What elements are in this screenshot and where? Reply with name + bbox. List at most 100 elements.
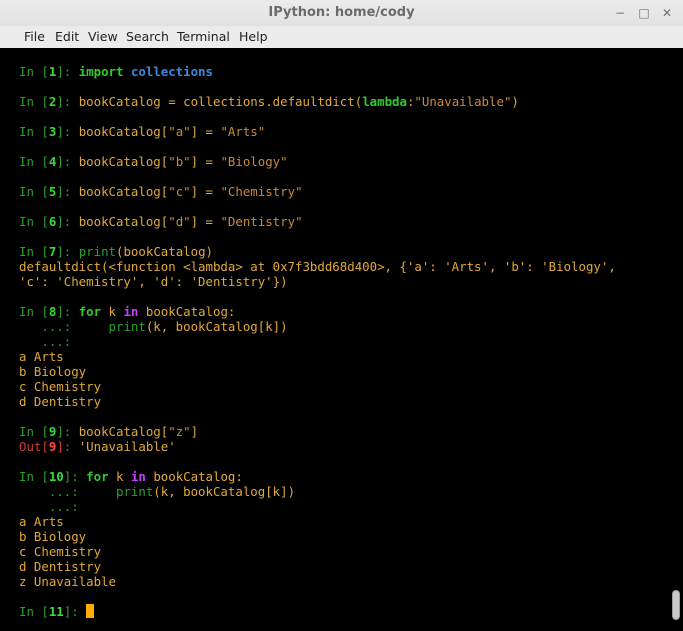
- line-text: "b": [168, 154, 191, 169]
- line-text: defaultdict(<function <lambda> at 0x7f3b…: [19, 259, 616, 274]
- line-text: bookCatalog[: [78, 214, 169, 229]
- output-line: z Unavailable: [19, 574, 663, 589]
- line-text: ]:: [56, 124, 79, 139]
- line-text: ]:: [56, 154, 79, 169]
- line-text: "z": [168, 424, 191, 439]
- menu-bar: File Edit View Search Terminal Help: [0, 26, 683, 48]
- line-text: c Chemistry: [19, 544, 102, 559]
- output-line: d Dentistry: [19, 394, 663, 409]
- continuation-line: ...:: [19, 334, 663, 349]
- continuation-line: ...: print(k, bookCatalog[k]): [19, 484, 663, 499]
- input-line: In [1]: import collections: [19, 64, 663, 79]
- line-text: ]:: [56, 184, 79, 199]
- line-text: ]:: [63, 469, 87, 484]
- scrollbar-thumb[interactable]: [672, 590, 680, 620]
- input-line: In [6]: bookCatalog["d"] = "Dentistry": [19, 214, 663, 229]
- input-line: In [2]: bookCatalog = collections.defaul…: [19, 94, 663, 109]
- input-line: In [3]: bookCatalog["a"] = "Arts": [19, 124, 663, 139]
- line-text: for: [86, 469, 116, 484]
- scrollbar[interactable]: [672, 50, 680, 629]
- line-text: 11: [48, 604, 64, 619]
- line-text: ]:: [56, 439, 79, 454]
- input-line: In [4]: bookCatalog["b"] = "Biology": [19, 154, 663, 169]
- line-text: print: [78, 244, 117, 259]
- line-text: In [: [19, 304, 49, 319]
- line-text: "Biology": [220, 154, 288, 169]
- line-text: (k, bookCatalog[k]): [145, 319, 288, 334]
- line-text: d Dentistry: [19, 394, 102, 409]
- line-text: ] =: [190, 124, 221, 139]
- menu-help[interactable]: Help: [239, 29, 268, 44]
- line-text: In [: [19, 469, 49, 484]
- title-bar[interactable]: IPython: home/cody − □ ✕: [0, 0, 683, 26]
- line-text: b Biology: [19, 364, 87, 379]
- window-title: IPython: home/cody: [268, 5, 415, 20]
- line-text: "c": [168, 184, 191, 199]
- maximize-icon[interactable]: □: [635, 4, 653, 22]
- terminal-content: In [1]: import collections In [2]: bookCa…: [19, 64, 663, 619]
- line-text: ]:: [56, 94, 79, 109]
- line-text: collections: [130, 64, 213, 79]
- line-text: ...:: [19, 484, 87, 499]
- line-text: for: [78, 304, 109, 319]
- continuation-line: ...:: [19, 499, 663, 514]
- line-text: c Chemistry: [19, 379, 102, 394]
- line-text: z Unavailable: [19, 574, 116, 589]
- line-text: "Unavailable": [414, 94, 512, 109]
- minimize-icon[interactable]: −: [611, 4, 629, 22]
- menu-terminal[interactable]: Terminal: [177, 29, 230, 44]
- line-text: bookCatalog[: [78, 124, 169, 139]
- line-text: k: [116, 469, 131, 484]
- line-text: "d": [168, 214, 191, 229]
- continuation-line: ...: print(k, bookCatalog[k]): [19, 319, 663, 334]
- terminal-window: IPython: home/cody − □ ✕ File Edit View …: [0, 0, 683, 631]
- line-text: In [: [19, 124, 49, 139]
- menu-search[interactable]: Search: [126, 29, 169, 44]
- line-text: ] =: [190, 154, 221, 169]
- cursor: [86, 604, 95, 618]
- line-text: "Arts": [220, 124, 266, 139]
- line-text: print: [108, 319, 146, 334]
- output-line: 'c': 'Chemistry', 'd': 'Dentistry'}): [19, 274, 663, 289]
- input-line: In [9]: bookCatalog["z"]: [19, 424, 663, 439]
- terminal-area[interactable]: In [1]: import collections In [2]: bookCa…: [0, 48, 683, 631]
- line-text: ] =: [190, 184, 221, 199]
- menu-edit[interactable]: Edit: [55, 29, 79, 44]
- close-icon[interactable]: ✕: [658, 4, 676, 22]
- output-line: c Chemistry: [19, 544, 663, 559]
- line-text: ]:: [56, 304, 79, 319]
- line-text: [79, 319, 109, 334]
- line-text: In [: [19, 154, 49, 169]
- output-line: a Arts: [19, 349, 663, 364]
- line-text: ...:: [19, 334, 79, 349]
- output-line: defaultdict(<function <lambda> at 0x7f3b…: [19, 259, 663, 274]
- line-text: "Chemistry": [220, 184, 303, 199]
- menu-view[interactable]: View: [88, 29, 118, 44]
- line-text: import: [78, 64, 131, 79]
- menu-file[interactable]: File: [24, 29, 45, 44]
- line-text: In [: [19, 94, 49, 109]
- line-text: ]:: [56, 64, 79, 79]
- line-text: bookCatalog:: [153, 469, 243, 484]
- line-text: lambda: [362, 94, 407, 109]
- line-text: ]:: [56, 424, 79, 439]
- input-line: In [5]: bookCatalog["c"] = "Chemistry": [19, 184, 663, 199]
- line-text: ...:: [19, 319, 79, 334]
- line-text: ]:: [56, 244, 79, 259]
- line-text: k: [108, 304, 124, 319]
- line-text: b Biology: [19, 529, 87, 544]
- line-text: bookCatalog[: [78, 184, 169, 199]
- line-text: bookCatalog[: [78, 424, 169, 439]
- line-text: Out[: [19, 439, 49, 454]
- line-text: "Dentistry": [220, 214, 303, 229]
- line-text: In [: [19, 214, 49, 229]
- line-text: In [: [19, 424, 49, 439]
- line-text: bookCatalog[: [78, 154, 169, 169]
- line-text: In [: [19, 604, 49, 619]
